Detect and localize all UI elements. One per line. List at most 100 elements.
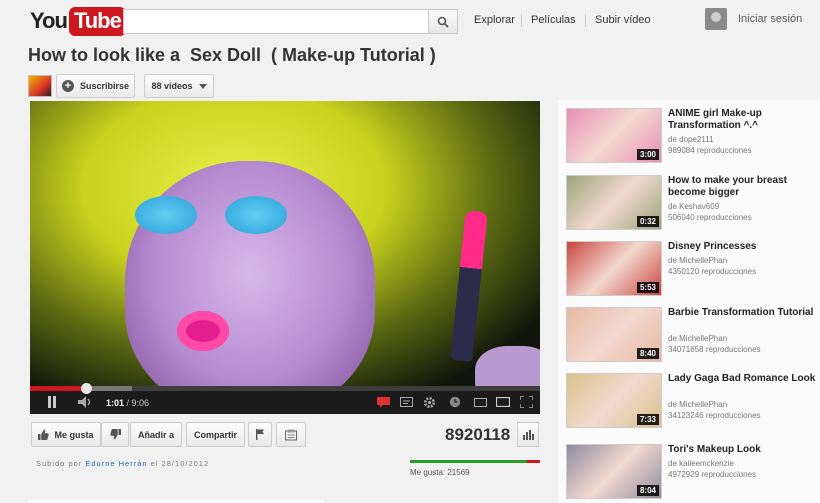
signin-link[interactable]: Iniciar sesión (738, 13, 802, 25)
uploaded-prefix: Subido por (36, 459, 83, 468)
fullscreen-button[interactable] (518, 395, 534, 409)
add-to-label: Añadir a (137, 429, 174, 440)
youtube-logo[interactable]: You Tube (30, 6, 126, 36)
related-video-thumbnail[interactable]: 0:32 (566, 175, 662, 230)
annotations-button[interactable] (398, 395, 414, 409)
share-button[interactable]: Compartir (186, 422, 245, 447)
related-video-author: de kaileemckenzie (668, 459, 734, 468)
related-video-author: de Keshav609 (668, 202, 720, 211)
view-count: 8920118 (445, 425, 511, 444)
video-eye (135, 196, 197, 234)
video-face (125, 161, 375, 386)
related-video-thumbnail[interactable]: 7:33 (566, 373, 662, 428)
like-ratio-fill (410, 460, 527, 463)
like-label: Me gusta (54, 429, 94, 440)
upload-info: Subido por Edurne Herrán el 28/10/2012 (36, 459, 209, 468)
related-video-views: 34123246 reproducciones (668, 411, 761, 420)
add-to-button[interactable]: Añadir a (130, 422, 182, 447)
video-lipstick (450, 210, 488, 362)
large-player-icon (496, 397, 510, 407)
video-duration-badge: 8:40 (636, 348, 659, 359)
logo-you: You (30, 8, 68, 33)
channel-avatar[interactable] (28, 75, 52, 97)
related-video-item[interactable]: 7:33 Lady Gaga Bad Romance Look de Michell… (566, 373, 820, 433)
search-icon (437, 16, 449, 28)
progress-played (30, 386, 87, 391)
large-player-button[interactable] (495, 395, 511, 409)
user-avatar[interactable] (705, 8, 727, 30)
small-player-icon (473, 397, 487, 407)
flag-button[interactable] (248, 422, 272, 447)
search-input[interactable] (123, 9, 429, 34)
related-video-title[interactable]: Barbie Transformation Tutorial (668, 307, 818, 319)
video-mouth (177, 311, 229, 351)
related-video-author: de MichellePhan (668, 400, 728, 409)
nav-divider (521, 14, 522, 27)
likes-count: Me gusta: 21569 (410, 468, 470, 477)
related-video-title[interactable]: Lady Gaga Bad Romance Look (668, 373, 818, 385)
nav-peliculas[interactable]: Películas (531, 14, 576, 26)
video-hand (475, 346, 540, 386)
dislike-button[interactable] (101, 422, 129, 447)
related-video-title[interactable]: ANIME girl Make-up Transformation ^.^ (668, 108, 818, 132)
related-video-item[interactable]: 5:53 Disney Princesses de MichellePhan 4350… (566, 241, 820, 301)
related-video-thumbnail[interactable]: 3:00 (566, 108, 662, 163)
logo-tube: Tube (68, 6, 126, 36)
clock-icon (449, 396, 461, 408)
related-video-item[interactable]: 8:04 Tori's Makeup Look de kaileemckenzie 4… (566, 444, 820, 503)
related-video-title[interactable]: Disney Princesses (668, 241, 818, 253)
related-video-item[interactable]: 0:32 How to make your breast become bigge… (566, 175, 820, 235)
video-player[interactable]: 1:01 / 9:06 (30, 101, 540, 414)
nav-explorar[interactable]: Explorar (474, 14, 515, 26)
related-video-author: de MichellePhan (668, 256, 728, 265)
related-video-author: de MichellePhan (668, 334, 728, 343)
thumbs-down-icon (109, 429, 121, 440)
nav-divider (585, 14, 586, 27)
small-player-button[interactable] (472, 395, 488, 409)
watch-later-button[interactable] (447, 395, 463, 409)
search-button[interactable] (429, 9, 458, 34)
settings-button[interactable] (421, 395, 437, 409)
related-video-thumbnail[interactable]: 8:04 (566, 444, 662, 499)
annotations-icon (399, 397, 413, 407)
captions-icon (376, 396, 390, 408)
time-display: 1:01 / 9:06 (106, 398, 150, 408)
flag-icon (255, 429, 264, 440)
related-video-title[interactable]: How to make your breast become bigger (668, 175, 818, 199)
like-button[interactable]: Me gusta (31, 422, 101, 447)
related-video-thumbnail[interactable]: 8:40 (566, 307, 662, 362)
stats-icon (522, 430, 534, 440)
progress-bar[interactable] (30, 383, 540, 394)
video-duration-badge: 3:00 (636, 149, 659, 160)
upload-date: el 28/10/2012 (150, 459, 210, 468)
transcript-button[interactable] (276, 422, 306, 447)
gear-icon (423, 396, 435, 408)
video-eye (225, 196, 287, 234)
pause-icon (48, 396, 56, 408)
related-video-item[interactable]: 3:00 ANIME girl Make-up Transformation ^.… (566, 108, 820, 168)
pause-button[interactable] (44, 395, 60, 409)
video-title: How to look like a Sex Doll ( Make-up Tu… (28, 45, 436, 65)
like-ratio-bar (410, 460, 540, 463)
related-video-views: 4350120 reproducciones (668, 267, 757, 276)
subscribe-button[interactable]: + Suscribirse (56, 74, 135, 98)
uploader-link[interactable]: Edurne Herrán (85, 459, 147, 468)
videos-dropdown[interactable]: 88 vídeos (144, 74, 214, 98)
current-time: 1:01 (106, 398, 125, 408)
related-video-views: 506040 reproducciones (668, 213, 752, 222)
volume-button[interactable] (76, 395, 96, 409)
video-duration-badge: 8:04 (636, 485, 659, 496)
videos-label: 88 vídeos (151, 81, 193, 91)
video-duration-badge: 5:53 (636, 282, 659, 293)
video-duration-badge: 0:32 (636, 216, 659, 227)
nav-subir-video[interactable]: Subir vídeo (595, 14, 651, 26)
related-video-views: 989084 reproducciones (668, 146, 752, 155)
related-video-title[interactable]: Tori's Makeup Look (668, 444, 818, 456)
related-video-thumbnail[interactable]: 5:53 (566, 241, 662, 296)
transcript-icon (285, 429, 297, 440)
stats-button[interactable] (517, 422, 539, 447)
related-video-item[interactable]: 8:40 Barbie Transformation Tutorial de Mic… (566, 307, 820, 367)
related-videos: 3:00 ANIME girl Make-up Transformation ^.… (558, 100, 820, 503)
captions-button[interactable] (375, 395, 391, 409)
video-frame[interactable] (30, 101, 540, 386)
